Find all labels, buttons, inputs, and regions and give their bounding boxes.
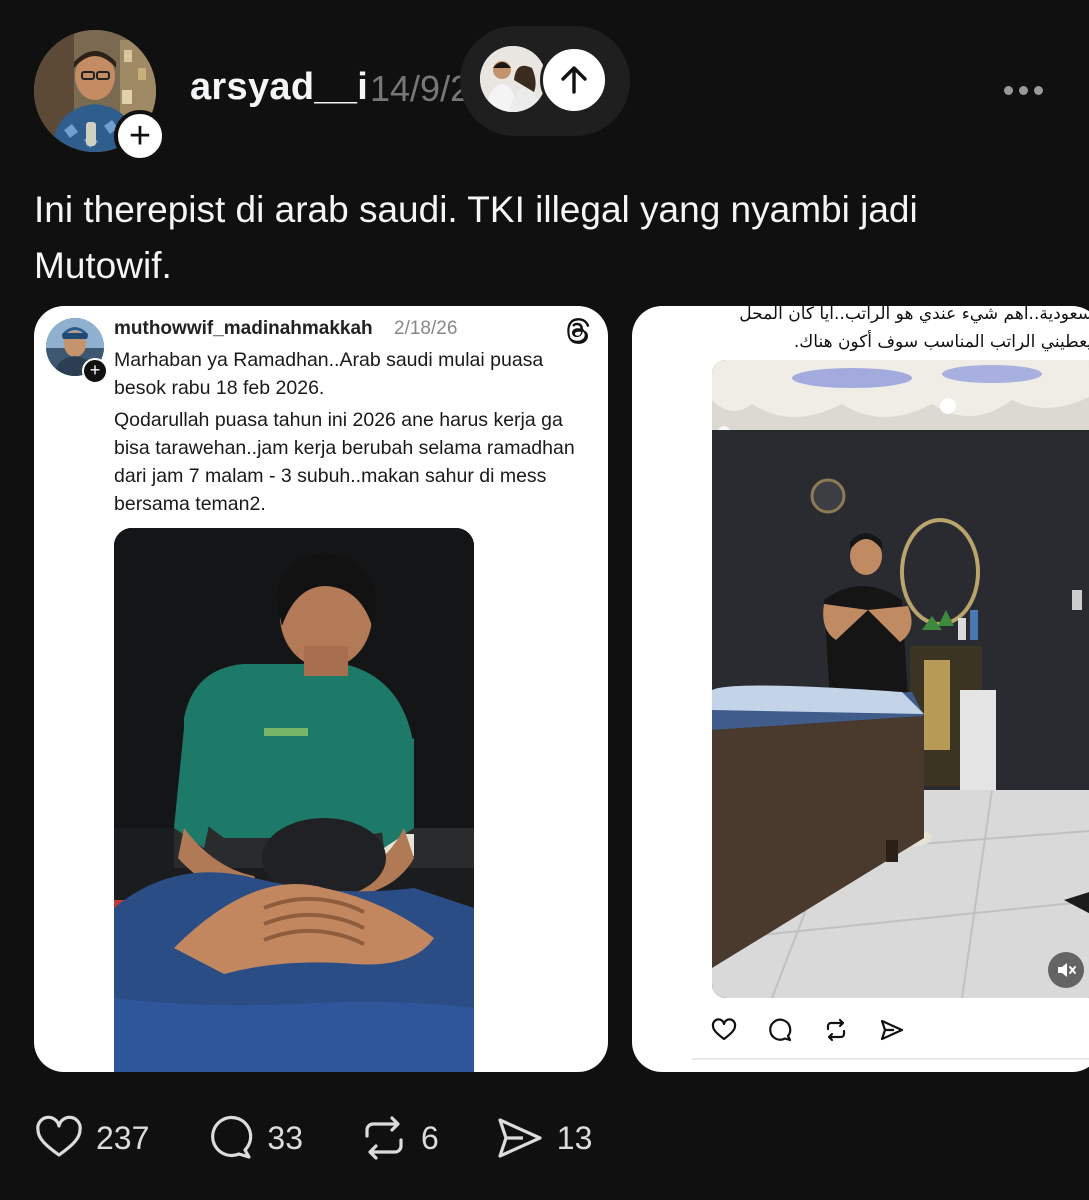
floating-pill [460, 26, 630, 136]
share-button[interactable]: 13 [495, 1113, 593, 1163]
heart-icon[interactable] [710, 1016, 738, 1044]
embedded-post-text: Marhaban ya Ramadhan..Arab saudi mulai p… [114, 346, 594, 522]
author-username[interactable]: arsyad__i [190, 66, 368, 109]
post-caption: Ini therepist di arab saudi. TKI illegal… [34, 189, 918, 286]
more-options-button[interactable] [1004, 80, 1054, 100]
repost-count: 6 [420, 1119, 439, 1156]
mute-icon [1058, 963, 1076, 977]
reply-button[interactable]: 33 [205, 1113, 303, 1163]
author-avatar-wrap[interactable]: + [34, 30, 166, 162]
like-count: 237 [96, 1119, 150, 1156]
more-icon [1004, 85, 1013, 95]
post-timestamp: 14/9/2 [370, 68, 466, 109]
embedded-username: muthowwif_madinahmakkah [114, 318, 373, 339]
repost-icon [365, 1116, 403, 1160]
repost-button[interactable]: 6 [359, 1113, 439, 1163]
embedded-video-therapy-room[interactable] [712, 360, 1089, 998]
embedded-screenshot-right[interactable]: سعودية..أهم شيء عندي هو الراتب..أيا كان … [632, 306, 1089, 1072]
arabic-line-1: سعودية..أهم شيء عندي هو الراتب..أيا كان … [739, 306, 1089, 324]
like-button[interactable]: 237 [34, 1113, 149, 1163]
embedded-date: 2/18/26 [394, 318, 458, 339]
mute-toggle[interactable] [1048, 952, 1084, 988]
scroll-top-button[interactable] [540, 46, 608, 114]
post-action-bar: 237 33 6 13 [34, 1110, 648, 1166]
follow-button[interactable]: + [114, 110, 166, 162]
embedded-screenshot-left[interactable]: + muthowwif_madinahmakkah 2/18/26 Marhab… [34, 306, 608, 1072]
reply-count: 33 [267, 1119, 303, 1156]
embedded-divider [692, 1058, 1089, 1060]
embedded-photo-massage [114, 528, 474, 1072]
share-icon [498, 1118, 542, 1158]
pill-avatar[interactable] [480, 46, 546, 112]
arrow-up-icon [561, 66, 587, 94]
repost-icon[interactable] [822, 1016, 850, 1044]
embedded-action-row [710, 1014, 930, 1046]
heart-icon [36, 1115, 82, 1157]
embedded-paragraph-1: Marhaban ya Ramadhan..Arab saudi mulai p… [114, 349, 544, 399]
share-icon[interactable] [878, 1016, 906, 1044]
embedded-paragraph-2: Qodarullah puasa tahun ini 2026 ane haru… [114, 409, 575, 515]
arabic-line-2: يعطيني الراتب المناسب سوف أكون هناك. [793, 332, 1089, 352]
embedded-arabic-text: سعودية..أهم شيء عندي هو الراتب..أيا كان … [692, 306, 1089, 356]
plus-icon: + [128, 115, 152, 157]
embedded-follow-badge: + [82, 358, 108, 384]
share-count: 13 [556, 1119, 593, 1156]
comment-icon [211, 1115, 253, 1159]
comment-icon[interactable] [766, 1016, 794, 1044]
threads-logo-icon [567, 318, 590, 344]
